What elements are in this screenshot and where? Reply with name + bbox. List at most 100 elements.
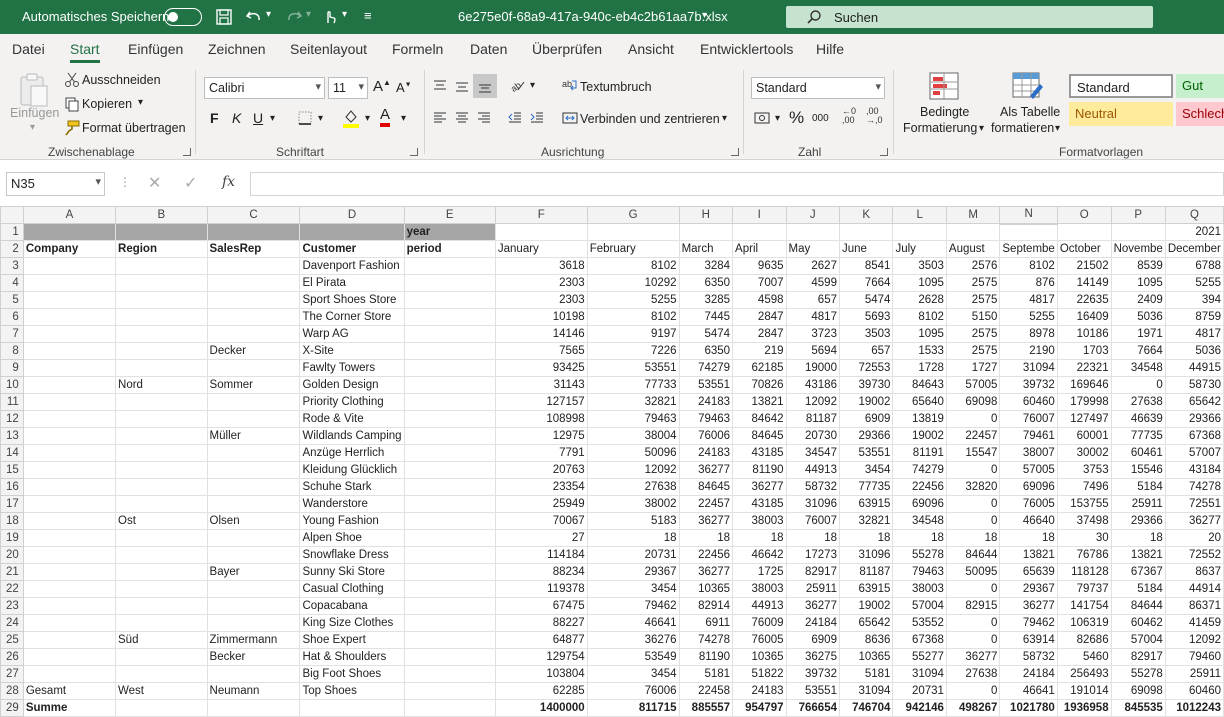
value-cell[interactable]: 10365 — [678, 580, 734, 598]
value-cell[interactable]: 69096 — [892, 495, 947, 513]
value-cell[interactable]: 4817 — [1164, 325, 1224, 343]
period-cell[interactable] — [403, 342, 496, 360]
value-cell[interactable]: 127497 — [1056, 410, 1112, 428]
value-cell[interactable]: 76786 — [1056, 546, 1112, 564]
customer-cell[interactable]: Casual Clothing — [299, 580, 405, 598]
value-cell[interactable]: 70826 — [732, 376, 787, 394]
value-cell[interactable]: 2847 — [732, 308, 787, 326]
value-cell[interactable]: 53551 — [785, 682, 840, 700]
column-header-l[interactable]: L — [892, 206, 947, 224]
value-cell[interactable]: 17273 — [785, 546, 840, 564]
value-cell[interactable]: 1971 — [1110, 325, 1166, 343]
value-cell[interactable]: 1727 — [945, 359, 1001, 377]
customer-cell[interactable]: X-Site — [299, 342, 405, 360]
value-cell[interactable]: 5694 — [785, 342, 840, 360]
cell-c1[interactable] — [206, 223, 301, 241]
row-header[interactable]: 10 — [0, 376, 24, 394]
value-cell[interactable]: 81191 — [892, 444, 947, 462]
value-cell[interactable]: 27638 — [586, 478, 680, 496]
value-cell[interactable]: 38004 — [586, 427, 680, 445]
format-painter-icon[interactable] — [64, 120, 80, 136]
format-as-table-label-2[interactable]: formatieren — [991, 121, 1054, 135]
value-cell[interactable]: 43185 — [732, 495, 787, 513]
value-cell[interactable]: 65639 — [999, 563, 1058, 581]
value-cell[interactable]: 39732 — [785, 665, 840, 683]
value-cell[interactable]: 38003 — [732, 512, 787, 530]
row-header[interactable]: 6 — [0, 308, 24, 326]
value-cell[interactable]: 20731 — [892, 682, 947, 700]
tab-ueberpruefen[interactable]: Überprüfen — [532, 41, 602, 57]
value-cell[interactable]: 36277 — [678, 461, 734, 479]
empty-cell[interactable] — [206, 699, 301, 717]
value-cell[interactable]: 22321 — [1056, 359, 1112, 377]
company-cell[interactable] — [22, 393, 117, 411]
value-cell[interactable]: 3753 — [1056, 461, 1112, 479]
column-header-d[interactable]: D — [299, 206, 405, 224]
customer-cell[interactable]: Warp AG — [299, 325, 405, 343]
value-cell[interactable]: 5150 — [945, 308, 1001, 326]
value-cell[interactable]: 15546 — [1110, 461, 1166, 479]
tab-einfuegen[interactable]: Einfügen — [128, 41, 183, 57]
salesrep-cell[interactable] — [206, 495, 301, 513]
value-cell[interactable]: 0 — [945, 461, 1001, 479]
tab-ansicht[interactable]: Ansicht — [628, 41, 674, 57]
column-title[interactable]: June — [838, 240, 894, 258]
value-cell[interactable]: 20730 — [785, 427, 840, 445]
value-cell[interactable]: 57004 — [892, 597, 947, 615]
company-cell[interactable] — [22, 580, 117, 598]
value-cell[interactable]: 2576 — [945, 257, 1001, 275]
value-cell[interactable]: 2190 — [999, 342, 1058, 360]
value-cell[interactable]: 84643 — [892, 376, 947, 394]
period-cell[interactable] — [403, 274, 496, 292]
row-header[interactable]: 22 — [0, 580, 24, 598]
company-cell[interactable] — [22, 478, 117, 496]
increase-decimal-icon[interactable]: ←0,00 — [842, 107, 856, 125]
value-cell[interactable]: 219 — [732, 342, 787, 360]
region-cell[interactable] — [115, 665, 208, 683]
customer-cell[interactable]: Copacabana — [299, 597, 405, 615]
value-cell[interactable]: 84645 — [732, 427, 787, 445]
value-cell[interactable]: 39732 — [999, 376, 1058, 394]
column-title[interactable]: SalesRep — [206, 240, 301, 258]
value-cell[interactable]: 5255 — [999, 308, 1058, 326]
value-cell[interactable]: 36277 — [945, 648, 1001, 666]
value-cell[interactable]: 81190 — [732, 461, 787, 479]
cell-a1[interactable] — [22, 223, 117, 241]
thousands-separator-button[interactable]: 000 — [812, 113, 829, 124]
value-cell[interactable]: 1095 — [892, 274, 947, 292]
value-cell[interactable]: 57005 — [945, 376, 1001, 394]
period-cell[interactable] — [403, 495, 496, 513]
value-cell[interactable]: 2628 — [892, 291, 947, 309]
conditional-formatting-dropdown-icon[interactable]: ▾ — [979, 123, 984, 134]
column-header-c[interactable]: C — [206, 206, 301, 224]
value-cell[interactable]: 67368 — [1164, 427, 1224, 445]
total-value-cell[interactable]: 885557 — [678, 699, 734, 717]
company-cell[interactable] — [22, 274, 117, 292]
align-left-icon[interactable] — [432, 110, 448, 126]
value-cell[interactable]: 2627 — [785, 257, 840, 275]
value-cell[interactable]: 9197 — [586, 325, 680, 343]
salesrep-cell[interactable] — [206, 614, 301, 632]
value-cell[interactable]: 88227 — [494, 614, 588, 632]
value-cell[interactable]: 19000 — [785, 359, 840, 377]
value-cell[interactable]: 44913 — [785, 461, 840, 479]
value-cell[interactable]: 8541 — [838, 257, 894, 275]
value-cell[interactable]: 5255 — [1164, 274, 1224, 292]
customer-cell[interactable]: King Size Clothes — [299, 614, 405, 632]
row-header[interactable]: 1 — [0, 223, 24, 241]
value-cell[interactable]: 19002 — [838, 597, 894, 615]
value-cell[interactable]: 27 — [494, 529, 588, 547]
value-cell[interactable]: 5693 — [838, 308, 894, 326]
value-cell[interactable]: 7445 — [678, 308, 734, 326]
row-header[interactable]: 16 — [0, 478, 24, 496]
value-cell[interactable]: 46641 — [586, 614, 680, 632]
value-cell[interactable]: 25911 — [1164, 665, 1224, 683]
value-cell[interactable]: 14149 — [1056, 274, 1112, 292]
customer-cell[interactable]: Big Foot Shoes — [299, 665, 405, 683]
column-header-m[interactable]: M — [945, 206, 1001, 224]
value-cell[interactable]: 31096 — [785, 495, 840, 513]
value-cell[interactable]: 12092 — [586, 461, 680, 479]
tab-daten[interactable]: Daten — [470, 41, 507, 57]
column-header-b[interactable]: B — [115, 206, 208, 224]
cell-h1[interactable] — [678, 223, 734, 241]
